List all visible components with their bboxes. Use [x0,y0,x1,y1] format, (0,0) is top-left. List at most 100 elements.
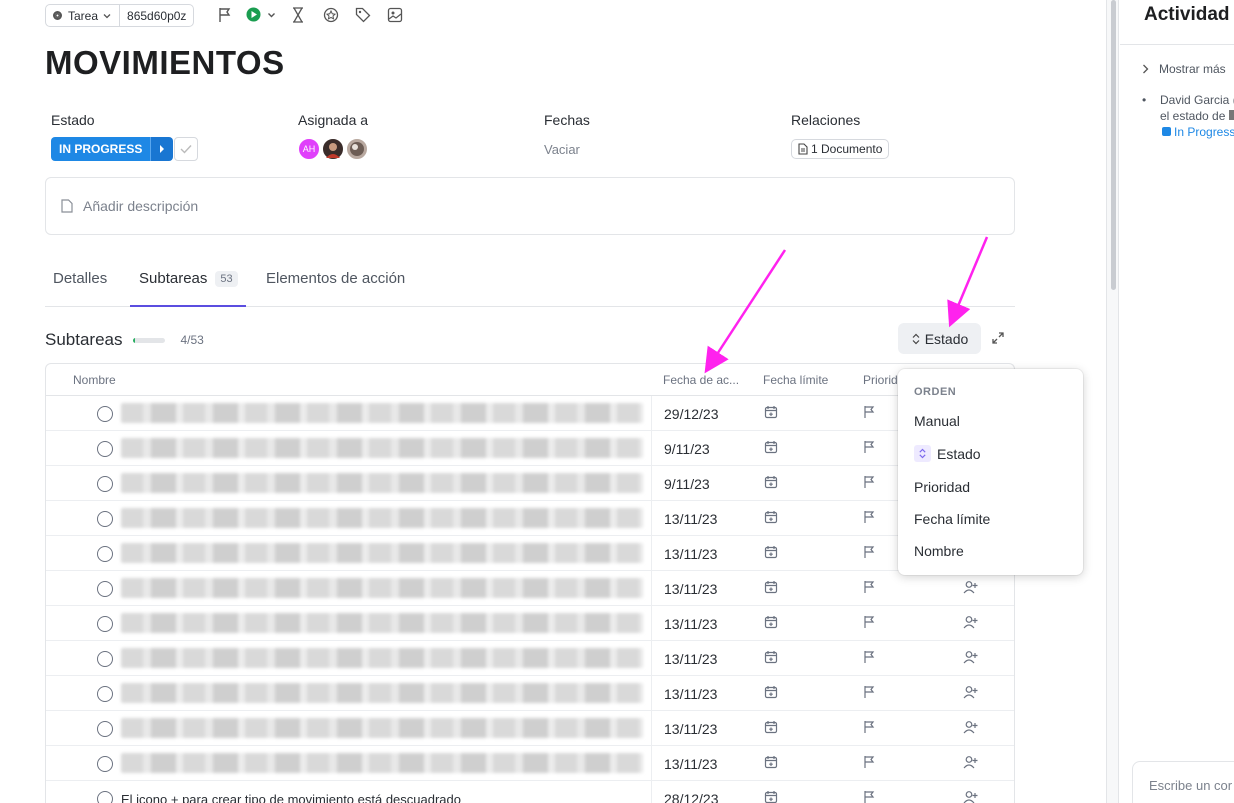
flag-icon[interactable] [863,440,875,454]
avatar[interactable] [321,137,345,161]
subtask-start-date[interactable]: 13/11/23 [664,721,717,737]
status-value[interactable]: IN PROGRESS [51,137,151,161]
sort-button[interactable]: Estado [898,323,981,354]
calendar-plus-icon[interactable] [764,580,778,594]
sort-option-priority[interactable]: Prioridad [914,479,970,495]
subtask-name[interactable] [121,613,643,633]
status-circle-icon[interactable] [97,441,113,457]
status-circle-icon[interactable] [97,791,113,803]
flag-icon[interactable] [863,580,875,594]
status-circle-icon[interactable] [97,581,113,597]
subtask-name[interactable] [121,543,643,563]
image-icon[interactable] [387,7,403,23]
calendar-plus-icon[interactable] [764,615,778,629]
dates-value[interactable]: Vaciar [544,142,580,157]
add-assignee-icon[interactable] [963,650,979,664]
add-assignee-icon[interactable] [963,755,979,769]
calendar-plus-icon[interactable] [764,545,778,559]
table-row[interactable]: 13/11/23 [46,746,1014,781]
table-row[interactable]: 13/11/23 [46,641,1014,676]
tag-icon[interactable] [355,7,371,23]
hourglass-icon[interactable] [292,7,308,23]
add-assignee-icon[interactable] [963,685,979,699]
flag-icon[interactable] [863,755,875,769]
sort-option-due-date[interactable]: Fecha límite [914,511,990,527]
table-row[interactable]: 13/11/23 [46,501,1014,536]
table-row[interactable]: 9/11/23 [46,466,1014,501]
subtask-start-date[interactable]: 13/11/23 [664,581,717,597]
flag-icon[interactable] [863,790,875,803]
subtask-name[interactable]: El icono + para crear tipo de movimiento… [121,792,643,803]
subtask-start-date[interactable]: 9/11/23 [664,441,710,457]
calendar-plus-icon[interactable] [764,755,778,769]
flag-icon[interactable] [863,545,875,559]
flag-icon[interactable] [863,685,875,699]
flag-icon[interactable] [863,615,875,629]
subtask-name[interactable] [121,578,643,598]
relations-document-pill[interactable]: 1 Documento [791,139,890,159]
complete-checkbox[interactable] [174,137,198,161]
add-assignee-icon[interactable] [963,790,979,803]
calendar-plus-icon[interactable] [764,720,778,734]
table-row[interactable]: 9/11/23 [46,431,1014,466]
scrollbar-thumb[interactable] [1111,0,1116,290]
flag-icon[interactable] [863,720,875,734]
table-row[interactable]: 13/11/23 [46,606,1014,641]
show-more-link[interactable]: Mostrar más [1142,62,1226,76]
calendar-plus-icon[interactable] [764,790,778,803]
column-name[interactable]: Nombre [73,373,116,387]
sort-option-status[interactable]: Estado [914,445,981,462]
expand-icon[interactable] [991,331,1005,345]
task-type-selector[interactable]: Tarea [46,5,119,26]
subtask-name[interactable] [121,438,643,458]
calendar-plus-icon[interactable] [764,510,778,524]
task-type-pill[interactable]: Tarea 865d60p0z [45,4,195,27]
points-icon[interactable] [323,7,339,23]
flag-icon[interactable] [863,650,875,664]
description-field[interactable]: Añadir descripción [45,177,1015,235]
tab-subtasks[interactable]: Subtareas 53 [139,270,238,287]
status-button[interactable]: IN PROGRESS [51,137,174,161]
sort-option-name[interactable]: Nombre [914,543,964,559]
flag-icon[interactable] [218,7,234,23]
table-row[interactable]: El icono + para crear tipo de movimiento… [46,781,1014,803]
subtask-start-date[interactable]: 9/11/23 [664,476,710,492]
play-icon[interactable] [246,7,262,23]
subtask-start-date[interactable]: 13/11/23 [664,511,717,527]
status-circle-icon[interactable] [97,721,113,737]
task-id[interactable]: 865d60p0z [119,5,193,26]
calendar-plus-icon[interactable] [764,685,778,699]
table-row[interactable]: 13/11/23 [46,676,1014,711]
flag-icon[interactable] [863,475,875,489]
status-circle-icon[interactable] [97,546,113,562]
calendar-plus-icon[interactable] [764,405,778,419]
subtask-name[interactable] [121,473,643,493]
tab-details[interactable]: Detalles [53,270,107,287]
subtask-name[interactable] [121,648,643,668]
subtask-name[interactable] [121,753,643,773]
subtask-name[interactable] [121,718,643,738]
status-circle-icon[interactable] [97,511,113,527]
column-priority[interactable]: Priorid [863,373,898,387]
table-row[interactable]: 29/12/23 [46,396,1014,431]
subtask-name[interactable] [121,508,643,528]
status-next-icon[interactable] [150,137,174,161]
tab-action-items[interactable]: Elementos de acción [266,270,405,287]
subtask-name[interactable] [121,403,643,423]
table-row[interactable]: 13/11/23 [46,711,1014,746]
column-due-date[interactable]: Fecha límite [763,373,828,387]
subtask-start-date[interactable]: 13/11/23 [664,686,717,702]
subtask-start-date[interactable]: 13/11/23 [664,616,717,632]
add-assignee-icon[interactable] [963,720,979,734]
add-assignee-icon[interactable] [963,615,979,629]
calendar-plus-icon[interactable] [764,440,778,454]
status-circle-icon[interactable] [97,756,113,772]
avatar[interactable] [345,137,369,161]
calendar-plus-icon[interactable] [764,650,778,664]
add-assignee-icon[interactable] [963,580,979,594]
table-row[interactable]: 13/11/23 [46,571,1014,606]
flag-icon[interactable] [863,510,875,524]
status-circle-icon[interactable] [97,651,113,667]
subtask-start-date[interactable]: 28/12/23 [664,791,719,803]
calendar-plus-icon[interactable] [764,475,778,489]
